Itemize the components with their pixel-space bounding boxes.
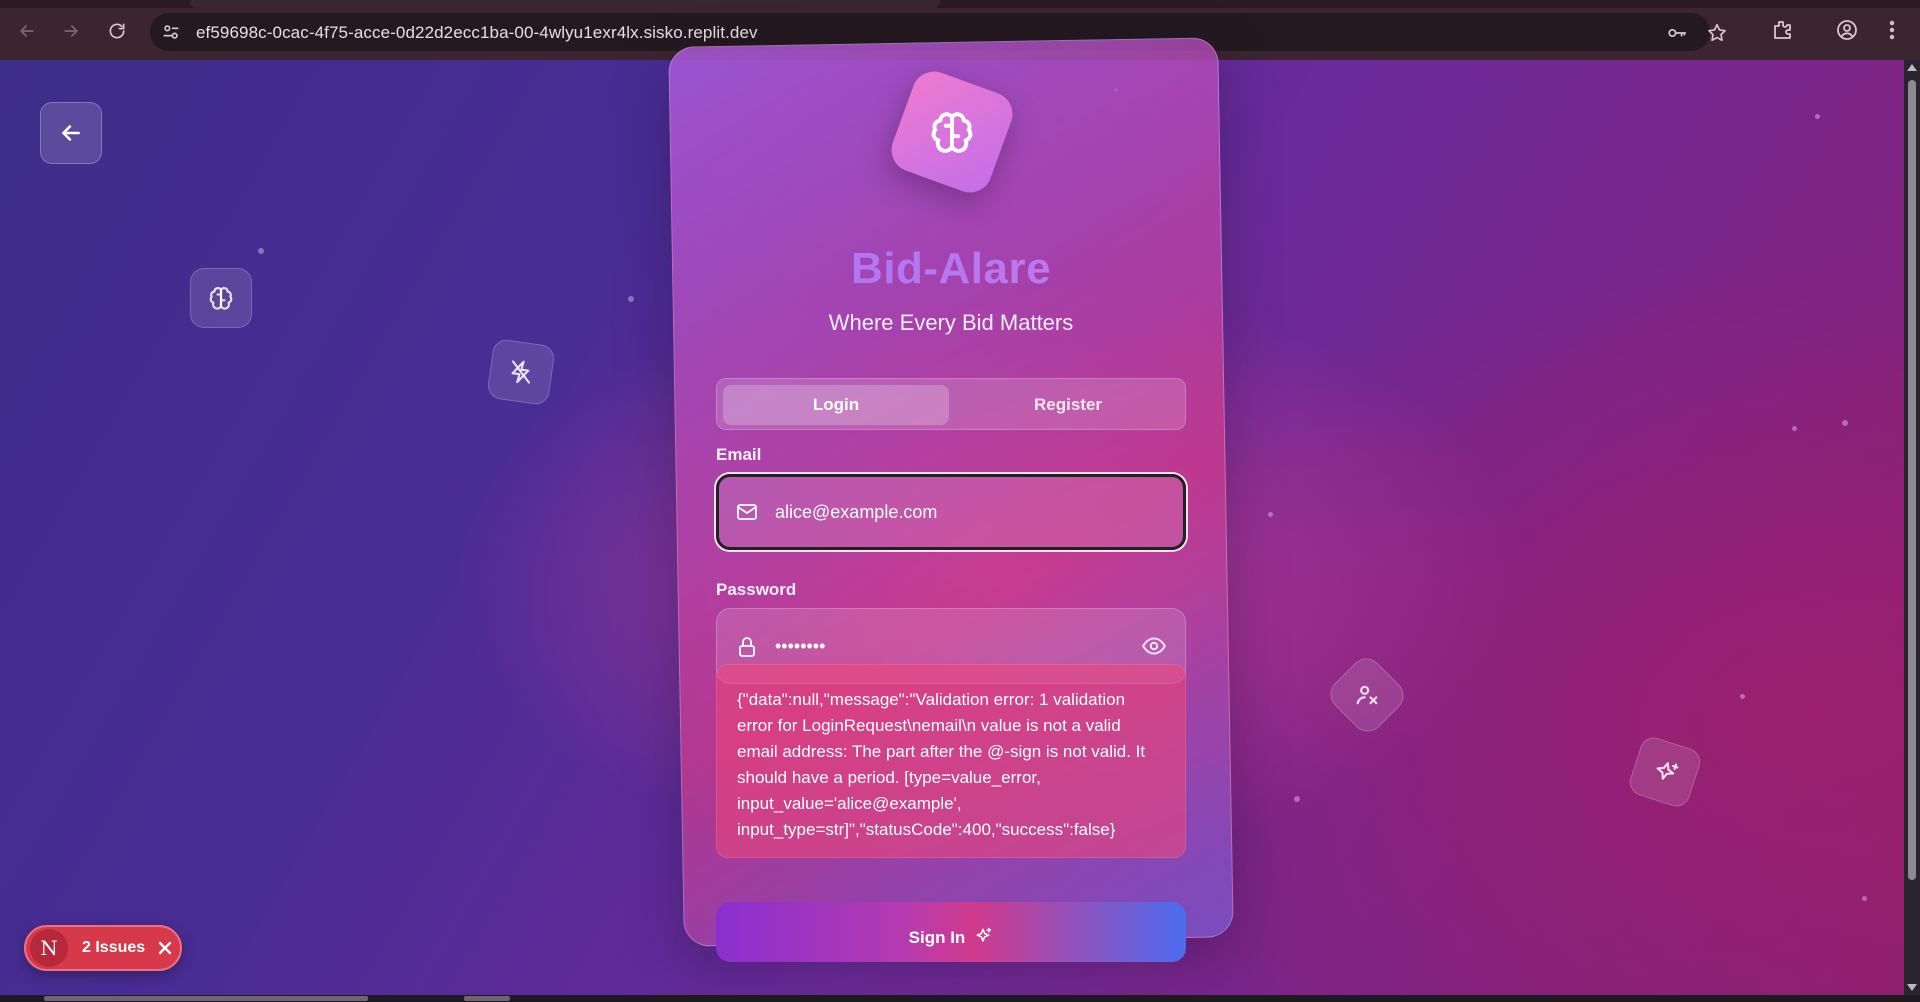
lock-icon [735,635,759,659]
auth-card-content: Bid-Alare Where Every Bid Matters Login … [676,42,1226,962]
brain-icon [931,112,973,153]
error-alert: {"data":null,"message":"Validation error… [716,664,1186,858]
forward-icon[interactable] [56,16,86,46]
background-dot [1862,896,1867,901]
arrow-left-icon [62,125,80,141]
email-label: Email [716,445,762,464]
mail-icon [735,500,759,524]
back-icon[interactable] [12,16,42,46]
background-dot [1792,426,1797,431]
nextjs-logo[interactable]: N [30,929,68,967]
scrollbar-thumb[interactable] [464,996,510,1001]
background-dot [1294,796,1300,802]
background-dot [1815,114,1820,119]
sign-in-button[interactable]: Sign In [716,902,1186,962]
password-key-icon[interactable] [1666,22,1688,44]
sparkles-icon [976,927,992,942]
bookmark-star-icon[interactable] [1706,22,1728,44]
active-tab[interactable] [190,0,940,8]
scrollbar-thumb[interactable] [1908,80,1916,880]
scroll-down-arrow-icon[interactable] [1907,984,1917,991]
brand-title: Bid-Alare [676,244,1226,294]
background-dot [1268,512,1273,517]
scroll-up-arrow-icon[interactable] [1907,64,1917,71]
issues-count[interactable]: 2 Issues [82,939,145,957]
site-settings-icon[interactable] [160,21,182,43]
url-text[interactable]: ef59698c-0cac-4f75-acce-0d22d2ecc1ba-00-… [196,23,758,43]
floating-brain-icon [190,268,252,328]
dev-issues-badge[interactable]: N 2 Issues [24,925,182,971]
floating-zap-off-icon [486,337,556,407]
email-field-wrapper[interactable] [716,474,1186,550]
tab-strip [0,0,1920,8]
back-button[interactable] [40,102,102,164]
floating-sparkles-icon [1626,733,1704,811]
brand-tagline: Where Every Bid Matters [828,310,1074,335]
close-icon[interactable] [157,940,173,956]
background-dot [1842,420,1848,426]
tab-register[interactable]: Register [955,385,1181,425]
background-dot [258,248,264,254]
browser-menu-icon[interactable] [1880,18,1904,42]
vertical-scrollbar[interactable] [1904,60,1920,995]
background-dot [628,296,634,302]
background-dot [1740,694,1745,699]
horizontal-scrollbar[interactable] [0,995,1920,1002]
floating-user-icon [1323,651,1411,739]
extensions-icon[interactable] [1770,18,1794,42]
email-field[interactable] [775,477,1135,547]
sign-in-label: Sign In [908,928,966,947]
scrollbar-thumb[interactable] [44,996,368,1001]
auth-tabs: Login Register [716,378,1186,430]
tab-login[interactable]: Login [723,385,949,425]
password-label: Password [716,580,797,599]
show-password-eye-icon[interactable] [1141,633,1167,659]
error-message: {"data":null,"message":"Validation error… [737,690,1146,839]
app-logo [885,65,1019,199]
reload-icon[interactable] [102,16,132,46]
profile-icon[interactable] [1835,18,1859,42]
